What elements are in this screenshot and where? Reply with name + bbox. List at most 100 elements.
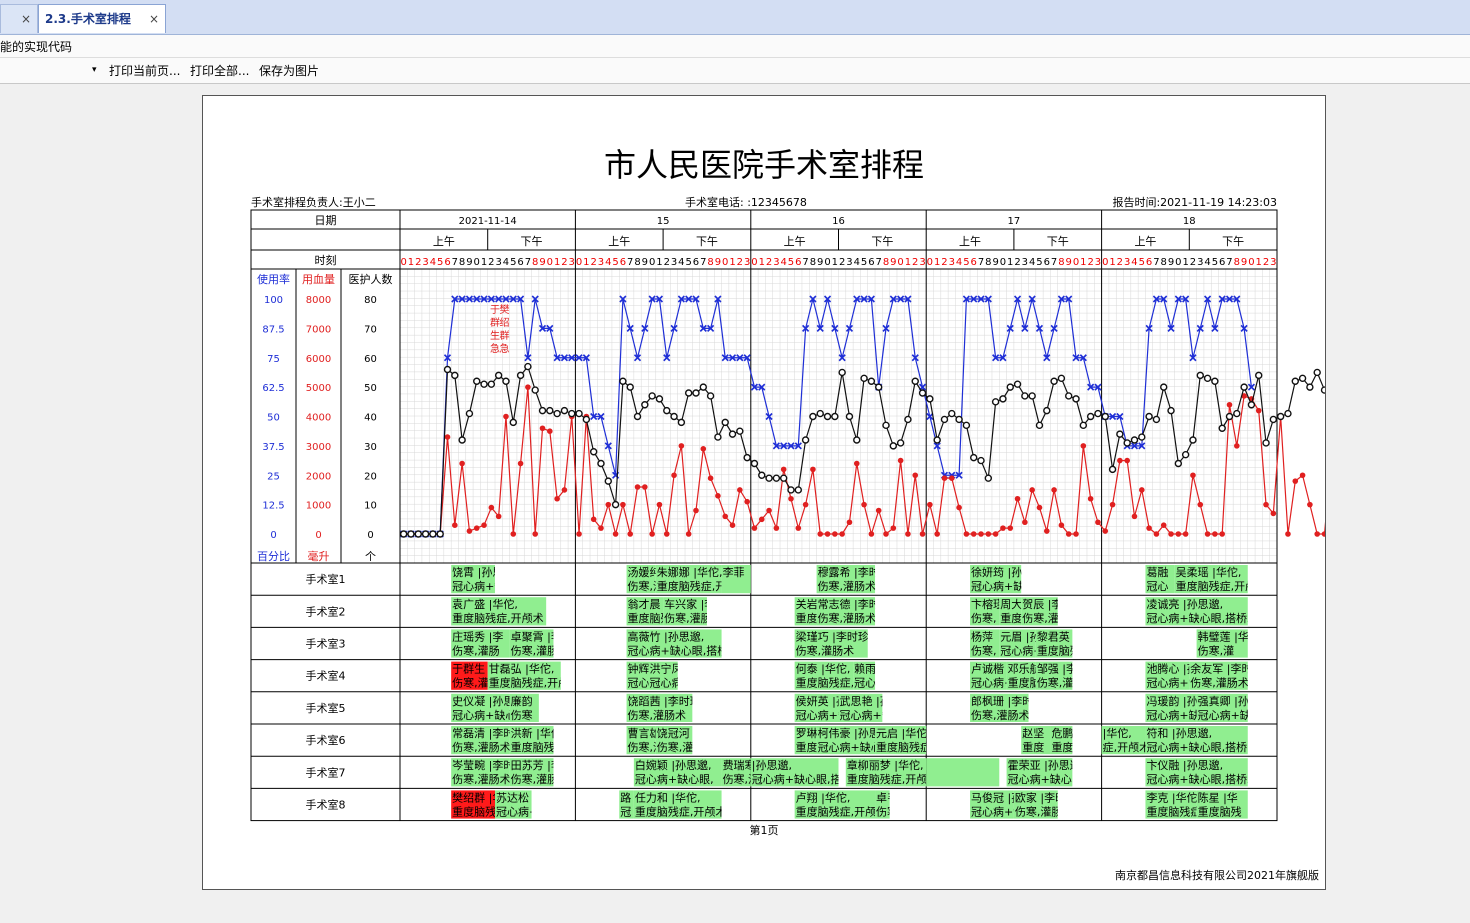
blood-point (685, 531, 692, 537)
staff-point (728, 430, 737, 438)
axis-tick: 30 (364, 442, 377, 453)
staff-point (1072, 395, 1080, 403)
surgery-procedure: 伤寒,灌肠术 (511, 643, 570, 657)
surgery-patient: 欧家 |李时珍 (1015, 790, 1077, 804)
hour-tick: 2 (1263, 257, 1269, 268)
hour-tick: 0 (1073, 257, 1079, 268)
hour-tick: 6 (444, 257, 450, 268)
hour-tick: 6 (1219, 257, 1225, 268)
tab-close-icon[interactable]: × (149, 5, 159, 33)
blood-point (627, 531, 634, 537)
staff-point (655, 395, 664, 403)
blood-point (948, 475, 955, 481)
staff-point (1255, 371, 1263, 380)
staff-point (970, 453, 978, 462)
hour-tick: 0 (824, 257, 830, 268)
hour-tick: 3 (1022, 257, 1028, 268)
hour-tick: 2 (488, 257, 494, 268)
hour-tick: 7 (876, 257, 882, 268)
staff-point (714, 433, 722, 441)
axis-tick: 5000 (306, 383, 331, 394)
surgery-procedure: 冠 (620, 805, 631, 818)
staff-point (1269, 415, 1278, 424)
blood-point (1212, 531, 1218, 537)
blood-point (612, 531, 619, 537)
blood-point (1117, 457, 1123, 464)
staff-point (853, 436, 861, 444)
axis-tick: 2000 (306, 471, 331, 482)
hour-tick: 5 (963, 257, 969, 268)
print-current-button[interactable]: 打印当前页... (109, 62, 180, 79)
surgery-patient: 郎枫珊 |李时珍 (971, 694, 1044, 708)
blood-point (766, 507, 772, 514)
hour-tick: 4 (605, 257, 611, 268)
blood-point (1160, 522, 1167, 528)
blood-point (1255, 407, 1262, 414)
staff-point (1028, 392, 1036, 400)
blood-point (1065, 531, 1072, 537)
blood-point (510, 531, 517, 537)
surgery-patient: 李菲 (723, 565, 745, 579)
staff-point (407, 530, 415, 538)
hour-tick: 7 (1153, 257, 1159, 268)
hour-tick: 0 (1102, 257, 1108, 268)
hour-tick: 5 (1212, 257, 1218, 268)
staff-point (443, 365, 452, 374)
hour-tick: 4 (503, 257, 509, 268)
tab-label: 2.3.手术室排程 (45, 12, 131, 26)
am-label: 上午 (959, 235, 981, 248)
hour-tick: 2 (839, 257, 845, 268)
axis-tick: 0 (315, 530, 321, 541)
hour-tick: 2 (415, 257, 421, 268)
pm-label: 下午 (521, 235, 543, 248)
tab-surgery-schedule[interactable]: 2.3.手术室排程 × (38, 4, 166, 33)
print-all-button[interactable]: 打印全部... (190, 62, 249, 79)
room-label: 手术室6 (306, 733, 346, 747)
staff-point (1086, 412, 1095, 421)
surgery-procedure: 伤寒,灌肠术 (1037, 676, 1096, 690)
tab-close-icon[interactable]: × (21, 5, 31, 33)
surgery-patient: 朱娜娜 |华佗, (657, 565, 723, 579)
staff-point (414, 530, 422, 538)
surgery-patient: 邹强 |李时珍 (1037, 662, 1099, 676)
staff-point (1196, 371, 1204, 380)
annotation-char: 急 (490, 342, 500, 355)
surgery-procedure: 伤寒,灌肠术 (818, 579, 877, 593)
axis-tick: 25 (267, 471, 280, 482)
hour-tick: 2 (1190, 257, 1196, 268)
surgery-patient: 袁广盛 |华佗, (452, 597, 518, 611)
hour-tick: 2 (1014, 257, 1020, 268)
axis-tick: 37.5 (262, 442, 284, 453)
blood-point (1029, 487, 1035, 493)
staff-point (516, 371, 525, 380)
dropdown-arrow-icon[interactable]: ▾ (92, 65, 97, 75)
hour-tick: 2 (737, 257, 743, 268)
surgery-procedure: 重度脑残症,开颅术 (452, 611, 544, 625)
blood-point (1182, 531, 1189, 537)
pm-label: 下午 (1222, 235, 1244, 248)
staff-point (977, 456, 985, 465)
blood-point (846, 519, 853, 526)
surgery-patient: 强真卿 |孙思 (1198, 694, 1260, 708)
staff-point (991, 398, 1000, 406)
staff-point (889, 442, 898, 450)
surgery-patient: 白婉颖 |孙思邈, (635, 758, 712, 772)
surgery-patient: 陈星 |华 (1198, 790, 1238, 804)
blood-point (663, 531, 670, 537)
surgery-procedure: 冠心病+缺心 (1198, 708, 1262, 722)
hour-tick: 7 (627, 257, 633, 268)
save-image-button[interactable]: 保存为图片 (259, 62, 319, 79)
axis-tick: 40 (364, 413, 377, 424)
blood-point (780, 466, 787, 473)
axis-tick: 4000 (306, 413, 331, 424)
hour-tick: 1 (554, 257, 560, 268)
axis-tick: 70 (364, 324, 377, 335)
tab-previous[interactable]: × (0, 4, 38, 33)
am-label: 上午 (433, 235, 455, 248)
hour-tick: 3 (598, 257, 604, 268)
hour-tick: 4 (1204, 257, 1210, 268)
blood-point (1000, 525, 1006, 531)
series-line-2 (403, 365, 1325, 535)
staff-point (1065, 392, 1073, 400)
surgery-procedure: 重度脑残症,开颅 (796, 804, 877, 818)
